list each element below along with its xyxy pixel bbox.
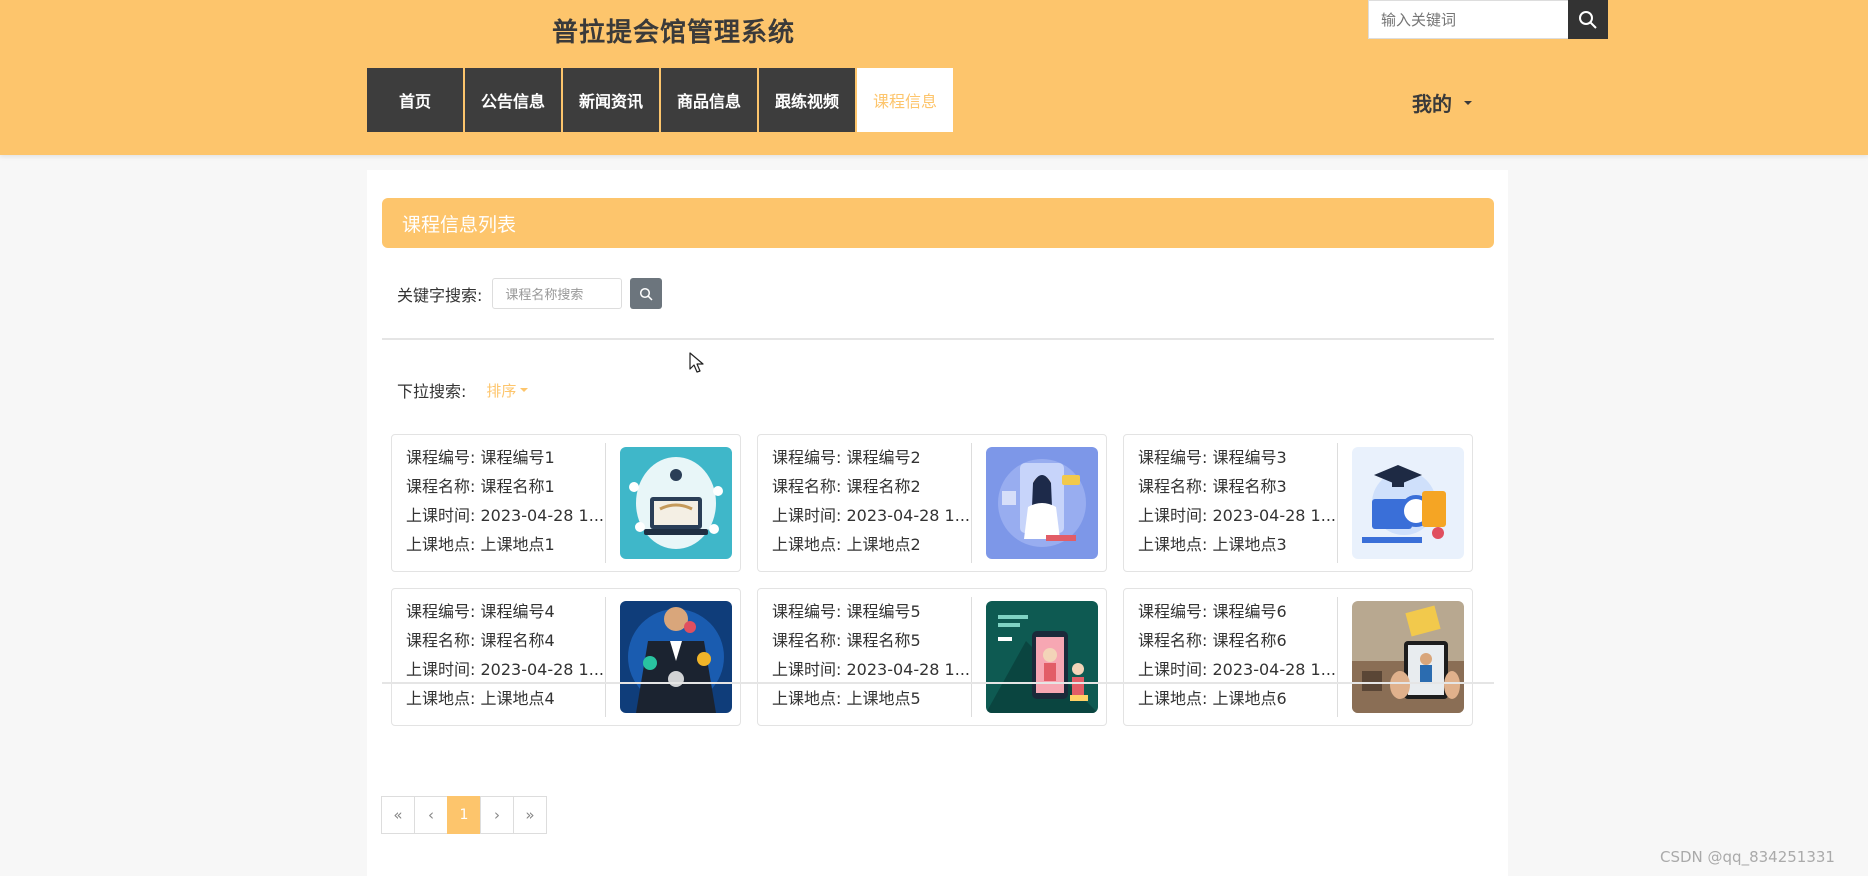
- course-time: 上课时间: 2023-04-28 1...: [772, 660, 970, 679]
- nav-products[interactable]: 商品信息: [661, 68, 757, 132]
- course-time: 上课时间: 2023-04-28 1...: [406, 506, 604, 525]
- course-code: 课程编号: 课程编号1: [406, 448, 555, 467]
- top-search-button[interactable]: [1568, 0, 1608, 39]
- main-nav: 首页 公告信息 新闻资讯 商品信息 跟练视频 课程信息: [367, 68, 955, 132]
- course-thumbnail[interactable]: [986, 447, 1098, 559]
- divider: [382, 682, 1494, 684]
- course-card[interactable]: 课程编号: 课程编号2 课程名称: 课程名称2 上课时间: 2023-04-28…: [757, 434, 1107, 572]
- course-thumbnail[interactable]: [620, 601, 732, 713]
- page-last-button[interactable]: »: [513, 796, 547, 834]
- course-info: 课程编号: 课程编号2 课程名称: 课程名称2 上课时间: 2023-04-28…: [772, 443, 972, 563]
- top-search-bar: [1368, 0, 1608, 39]
- course-name: 课程名称: 课程名称5: [772, 631, 921, 650]
- page-prev-button[interactable]: ‹: [414, 796, 448, 834]
- top-search-input[interactable]: [1368, 0, 1568, 39]
- nav-videos[interactable]: 跟练视频: [759, 68, 855, 132]
- course-info: 课程编号: 课程编号5 课程名称: 课程名称5 上课时间: 2023-04-28…: [772, 597, 972, 717]
- search-icon: [640, 287, 653, 301]
- main-content: 课程信息列表 关键字搜索: 课程名称搜索 下拉搜索: 排序 课程编号: 课程编号…: [367, 170, 1508, 876]
- course-time: 上课时间: 2023-04-28 1...: [772, 506, 970, 525]
- course-card[interactable]: 课程编号: 课程编号3 课程名称: 课程名称3 上课时间: 2023-04-28…: [1123, 434, 1473, 572]
- course-place: 上课地点: 上课地点3: [1138, 535, 1287, 554]
- course-place: 上课地点: 上课地点1: [406, 535, 555, 554]
- course-card[interactable]: 课程编号: 课程编号4 课程名称: 课程名称4 上课时间: 2023-04-28…: [391, 588, 741, 726]
- keyword-search-label: 关键字搜索:: [397, 285, 483, 305]
- course-name: 课程名称: 课程名称3: [1138, 477, 1287, 496]
- course-place: 上课地点: 上课地点2: [772, 535, 921, 554]
- nav-announcements[interactable]: 公告信息: [465, 68, 561, 132]
- course-card[interactable]: 课程编号: 课程编号6 课程名称: 课程名称6 上课时间: 2023-04-28…: [1123, 588, 1473, 726]
- page-current-button[interactable]: 1: [447, 796, 481, 834]
- top-header: 普拉提会馆管理系统 首页 公告信息 新闻资讯 商品信息 跟练视频 课程信息 我的: [0, 0, 1868, 155]
- course-name: 课程名称: 课程名称4: [406, 631, 555, 650]
- course-card[interactable]: 课程编号: 课程编号5 课程名称: 课程名称5 上课时间: 2023-04-28…: [757, 588, 1107, 726]
- dropdown-search-label: 下拉搜索:: [397, 382, 467, 401]
- course-name: 课程名称: 课程名称2: [772, 477, 921, 496]
- course-name: 课程名称: 课程名称6: [1138, 631, 1287, 650]
- course-time: 上课时间: 2023-04-28 1...: [1138, 660, 1336, 679]
- my-menu-label: 我的: [1412, 92, 1452, 116]
- keyword-search-row: 关键字搜索: 课程名称搜索: [397, 278, 663, 309]
- nav-courses[interactable]: 课程信息: [857, 68, 953, 132]
- dropdown-search-row: 下拉搜索: 排序: [397, 378, 529, 402]
- course-place: 上课地点: 上课地点5: [772, 689, 921, 708]
- course-thumbnail[interactable]: [1352, 601, 1464, 713]
- course-code: 课程编号: 课程编号6: [1138, 602, 1287, 621]
- panel-title: 课程信息列表: [382, 198, 1494, 248]
- caret-down-icon: [520, 388, 529, 392]
- divider: [382, 338, 1494, 340]
- keyword-search-button[interactable]: [630, 278, 663, 309]
- course-name: 课程名称: 课程名称1: [406, 477, 555, 496]
- course-thumbnail[interactable]: [1352, 447, 1464, 559]
- course-info: 课程编号: 课程编号1 课程名称: 课程名称1 上课时间: 2023-04-28…: [406, 443, 606, 563]
- course-code: 课程编号: 课程编号2: [772, 448, 921, 467]
- keyword-search-placeholder: 课程名称搜索: [505, 288, 584, 303]
- course-place: 上课地点: 上课地点6: [1138, 689, 1287, 708]
- mouse-cursor-icon: [689, 352, 704, 373]
- caret-down-icon: [1464, 100, 1472, 105]
- course-time: 上课时间: 2023-04-28 1...: [406, 660, 604, 679]
- sort-label: 排序: [486, 381, 517, 400]
- sort-dropdown[interactable]: 排序: [486, 380, 529, 401]
- search-icon: [1579, 10, 1597, 29]
- page-next-button[interactable]: ›: [480, 796, 514, 834]
- course-code: 课程编号: 课程编号3: [1138, 448, 1287, 467]
- course-thumbnail[interactable]: [986, 601, 1098, 713]
- my-menu-dropdown[interactable]: 我的: [1412, 88, 1472, 117]
- nav-home[interactable]: 首页: [367, 68, 463, 132]
- nav-news[interactable]: 新闻资讯: [563, 68, 659, 132]
- course-info: 课程编号: 课程编号3 课程名称: 课程名称3 上课时间: 2023-04-28…: [1138, 443, 1338, 563]
- course-code: 课程编号: 课程编号5: [772, 602, 921, 621]
- course-time: 上课时间: 2023-04-28 1...: [1138, 506, 1336, 525]
- course-card[interactable]: 课程编号: 课程编号1 课程名称: 课程名称1 上课时间: 2023-04-28…: [391, 434, 741, 572]
- course-info: 课程编号: 课程编号6 课程名称: 课程名称6 上课时间: 2023-04-28…: [1138, 597, 1338, 717]
- site-title: 普拉提会馆管理系统: [552, 18, 796, 48]
- keyword-search-input[interactable]: 课程名称搜索: [492, 278, 623, 309]
- course-code: 课程编号: 课程编号4: [406, 602, 555, 621]
- watermark: CSDN @qq_834251331: [1660, 848, 1835, 866]
- course-thumbnail[interactable]: [620, 447, 732, 559]
- course-info: 课程编号: 课程编号4 课程名称: 课程名称4 上课时间: 2023-04-28…: [406, 597, 606, 717]
- page-first-button[interactable]: «: [381, 796, 415, 834]
- course-place: 上课地点: 上课地点4: [406, 689, 555, 708]
- pagination: « ‹ 1 › »: [381, 796, 547, 834]
